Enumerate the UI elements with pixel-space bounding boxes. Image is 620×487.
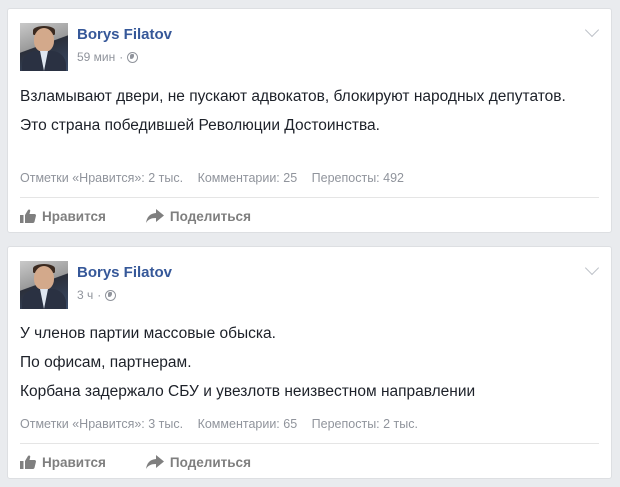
share-arrow-icon xyxy=(145,455,164,469)
likes-count[interactable]: Отметки «Нравится»: 3 тыс. xyxy=(20,417,183,431)
share-button[interactable]: Поделиться xyxy=(145,208,251,224)
post-paragraph: Это страна победившей Революции Достоинс… xyxy=(20,117,380,134)
like-button[interactable]: Нравится xyxy=(20,209,106,224)
chevron-down-icon[interactable] xyxy=(584,260,600,276)
thumbs-up-icon xyxy=(20,209,36,223)
avatar[interactable] xyxy=(20,23,68,71)
chevron-down-icon[interactable] xyxy=(584,22,600,38)
share-label: Поделиться xyxy=(169,454,251,470)
post-paragraph: Корбана задержало СБУ и увезлотв неизвес… xyxy=(20,383,476,400)
shares-count[interactable]: Перепосты: 2 тыс. xyxy=(312,417,418,431)
meta-separator: · xyxy=(97,288,102,302)
share-label: Поделиться xyxy=(169,208,251,224)
shares-count[interactable]: Перепосты: 492 xyxy=(312,171,404,185)
post-time[interactable]: 59 мин xyxy=(77,50,115,64)
comments-count[interactable]: Комментарии: 65 xyxy=(198,417,298,431)
like-button[interactable]: Нравится xyxy=(20,455,106,470)
globe-icon[interactable] xyxy=(127,51,139,63)
post-actions: Нравится Поделиться xyxy=(20,450,251,474)
post-paragraph: У членов партии массовые обыска. xyxy=(20,325,276,342)
post-stats: Отметки «Нравится»: 3 тыс. Комментарии: … xyxy=(20,417,429,431)
post-meta: 3 ч · xyxy=(77,288,117,302)
like-label: Нравится xyxy=(42,208,106,224)
meta-separator: · xyxy=(119,50,124,64)
divider xyxy=(20,197,599,198)
post-text: Взламывают двери, не пускают адвокатов, … xyxy=(20,86,590,144)
thumbs-up-icon xyxy=(20,455,36,469)
post-meta: 59 мин · xyxy=(77,50,139,64)
post-actions: Нравится Поделиться xyxy=(20,204,251,228)
post-time[interactable]: 3 ч xyxy=(77,288,93,302)
likes-count[interactable]: Отметки «Нравится»: 2 тыс. xyxy=(20,171,183,185)
post-card: Borys Filatov 59 мин · Взламывают двери,… xyxy=(7,8,612,233)
like-label: Нравится xyxy=(42,454,106,470)
share-arrow-icon xyxy=(145,209,164,223)
post-paragraph: Взламывают двери, не пускают адвокатов, … xyxy=(20,88,566,105)
author-name[interactable]: Borys Filatov xyxy=(77,26,172,43)
divider xyxy=(20,443,599,444)
post-paragraph: По офисам, партнерам. xyxy=(20,354,192,371)
avatar[interactable] xyxy=(20,261,68,309)
post-text: У членов партии массовые обыска. По офис… xyxy=(20,323,590,410)
globe-icon[interactable] xyxy=(105,289,117,301)
author-name[interactable]: Borys Filatov xyxy=(77,264,172,281)
share-button[interactable]: Поделиться xyxy=(145,454,251,470)
post-card: Borys Filatov 3 ч · У членов партии масс… xyxy=(7,246,612,479)
comments-count[interactable]: Комментарии: 25 xyxy=(198,171,298,185)
post-stats: Отметки «Нравится»: 2 тыс. Комментарии: … xyxy=(20,171,415,185)
